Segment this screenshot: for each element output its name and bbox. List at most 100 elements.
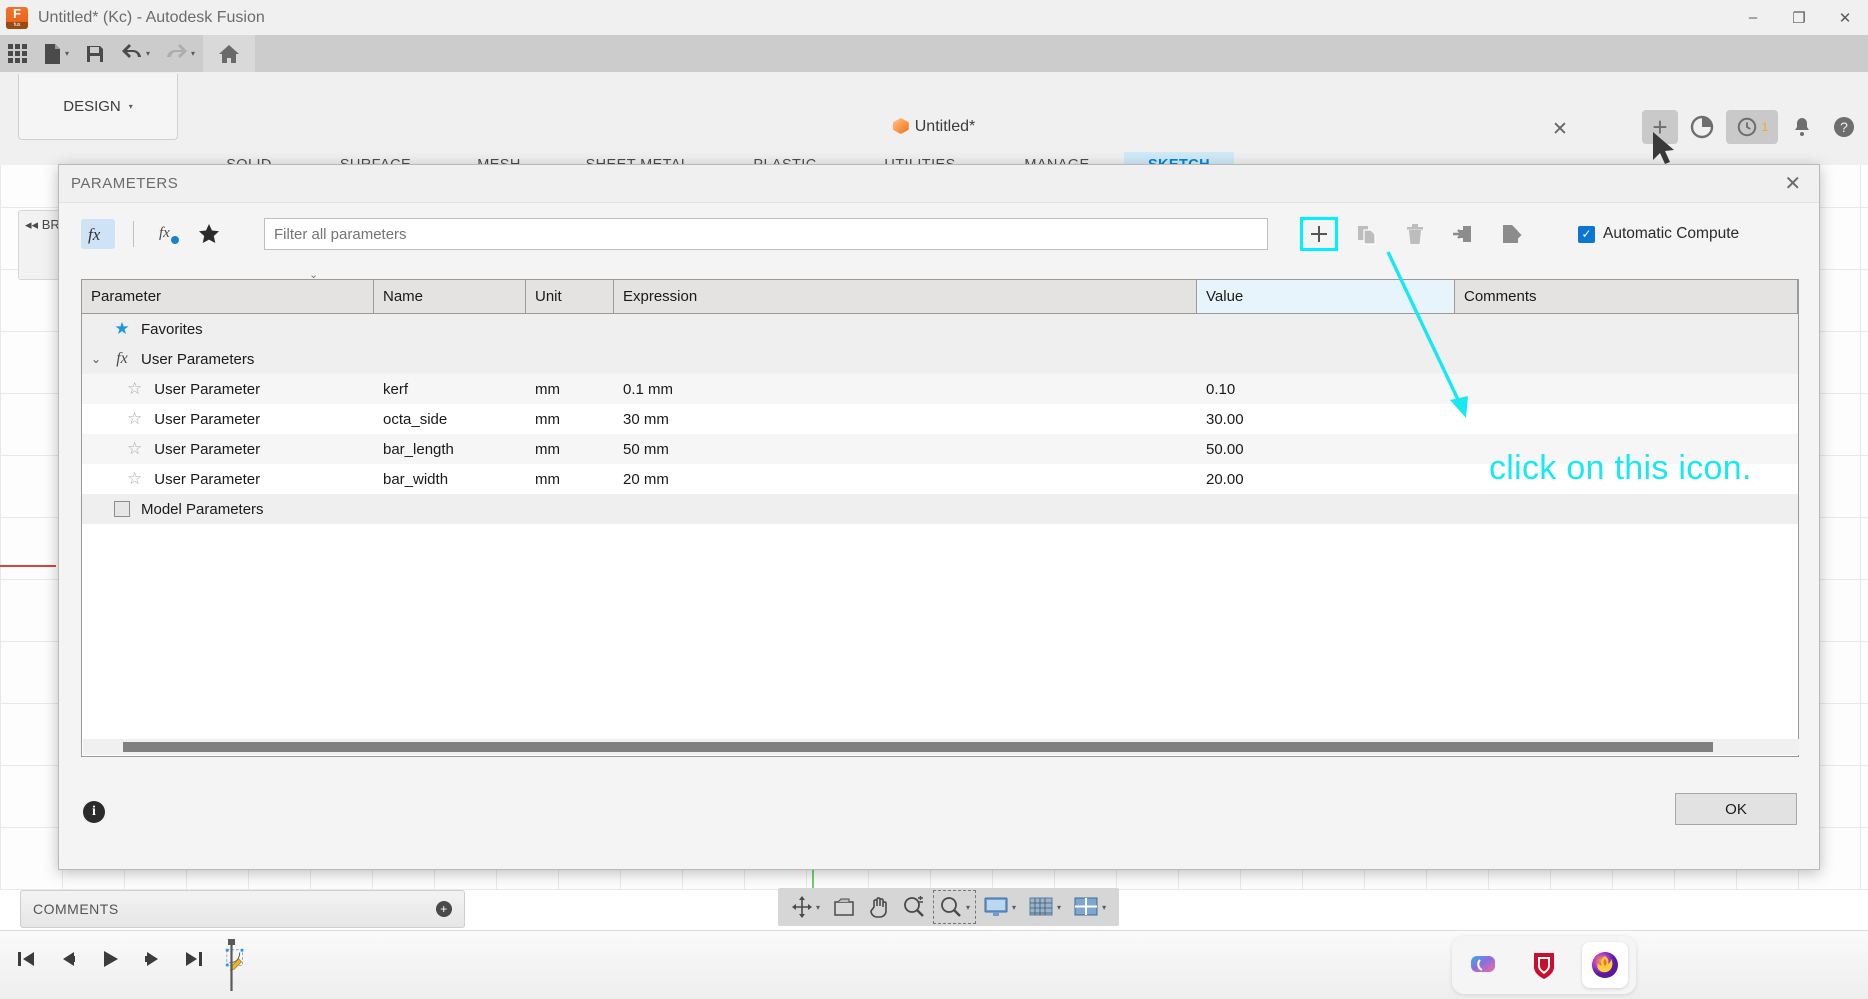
look-at-icon[interactable] <box>827 890 861 924</box>
chevron-down-icon[interactable]: ⌄ <box>91 352 109 366</box>
dialog-close-button[interactable]: ✕ <box>1779 171 1807 196</box>
column-header-comments[interactable]: Comments <box>1455 280 1798 313</box>
cell-value[interactable]: 30.00 <box>1197 404 1455 434</box>
redo-button[interactable]: ▾ <box>158 35 203 72</box>
timeline-go-to-beginning[interactable] <box>14 945 38 973</box>
undo-button[interactable]: ▾ <box>113 35 158 72</box>
automatic-compute-toggle[interactable]: ✓ Automatic Compute <box>1578 225 1739 243</box>
user-parameters-filter-icon[interactable]: fx <box>152 218 190 250</box>
group-label-cell: Model Parameters <box>82 494 374 524</box>
chevron-down-icon: ▾ <box>1057 902 1062 912</box>
cell-parameter[interactable]: ☆ User Parameter <box>82 404 374 434</box>
favorite-star-icon[interactable]: ☆ <box>127 409 142 429</box>
viewports-icon[interactable]: ▾ <box>1068 890 1111 924</box>
timeline-play[interactable] <box>98 945 122 973</box>
comments-panel[interactable]: COMMENTS + <box>20 890 465 928</box>
ok-button[interactable]: OK <box>1675 793 1797 825</box>
close-window-button[interactable]: ✕ <box>1822 0 1868 35</box>
add-parameter-button[interactable] <box>1300 217 1338 251</box>
close-document-tab-button[interactable]: ✕ <box>1547 118 1573 141</box>
chevron-down-icon: ▾ <box>128 102 133 111</box>
cell-name[interactable]: octa_side <box>374 404 526 434</box>
notifications-bell-icon[interactable] <box>1784 110 1820 144</box>
import-parameters-button[interactable] <box>1444 217 1482 251</box>
fusion-logo-icon: F fus <box>6 6 28 29</box>
zoom-icon[interactable] <box>897 890 931 924</box>
chevron-down-icon: ▾ <box>1102 902 1107 912</box>
duplicate-parameter-button[interactable] <box>1348 217 1386 251</box>
cell-name[interactable]: bar_width <box>374 464 526 494</box>
fx-toggle-button[interactable]: fx <box>81 219 115 249</box>
cell-name[interactable]: bar_length <box>374 434 526 464</box>
grid-snap-icon[interactable]: ▾ <box>1023 890 1066 924</box>
horizontal-scrollbar[interactable] <box>83 739 1799 755</box>
cell-parameter[interactable]: ☆ User Parameter <box>82 464 374 494</box>
filter-parameters-input[interactable] <box>264 218 1268 250</box>
cell-expression[interactable]: 20 mm <box>614 464 1197 494</box>
cell-expression[interactable]: 50 mm <box>614 434 1197 464</box>
save-button[interactable] <box>77 35 113 72</box>
cell-value[interactable]: 0.10 <box>1197 374 1455 404</box>
column-header-value[interactable]: Value <box>1197 280 1455 313</box>
column-header-parameter[interactable]: Parameter <box>82 280 374 313</box>
cell-unit[interactable]: mm <box>526 464 614 494</box>
extensions-icon[interactable] <box>1684 110 1720 144</box>
fusion-window: F fus Untitled* (Kc) - Autodesk Fusion –… <box>0 0 1868 999</box>
x-axis-line <box>0 565 56 567</box>
group-empty-cell <box>526 344 614 374</box>
add-comment-button[interactable]: + <box>436 901 452 917</box>
orbit-icon[interactable]: ▾ <box>786 890 825 924</box>
cell-name[interactable]: kerf <box>374 374 526 404</box>
cell-unit[interactable]: mm <box>526 374 614 404</box>
checkbox-checked-icon[interactable]: ✓ <box>1578 225 1595 243</box>
favorites-group[interactable]: ★ Favorites <box>82 314 1798 344</box>
export-parameters-button[interactable] <box>1492 217 1530 251</box>
cell-unit[interactable]: mm <box>526 434 614 464</box>
delete-parameter-button[interactable] <box>1396 217 1434 251</box>
maximize-button[interactable]: ❐ <box>1776 0 1822 35</box>
timeline-step-forward[interactable] <box>140 945 164 973</box>
favorite-star-icon[interactable]: ☆ <box>127 439 142 459</box>
add-tab-button[interactable]: + <box>1642 110 1678 144</box>
new-file-button[interactable]: ▾ <box>35 35 77 72</box>
cell-parameter[interactable]: ☆ User Parameter <box>82 374 374 404</box>
info-icon[interactable]: i <box>83 801 105 823</box>
pan-icon[interactable] <box>863 890 895 924</box>
column-header-unit[interactable]: Unit <box>526 280 614 313</box>
cell-parameter[interactable]: ☆ User Parameter <box>82 434 374 464</box>
timeline-controls <box>14 945 248 973</box>
mcafee-icon[interactable] <box>1521 942 1567 988</box>
table-row[interactable]: ☆ User Parameter kerf mm 0.1 mm 0.10 <box>82 374 1798 404</box>
cell-expression[interactable]: 30 mm <box>614 404 1197 434</box>
minimize-button[interactable]: – <box>1730 0 1776 35</box>
home-button[interactable] <box>203 35 256 72</box>
zoom-window-icon[interactable]: ▾ <box>933 890 977 924</box>
table-row[interactable]: ☆ User Parameter octa_side mm 30 mm 30.00 <box>82 404 1798 434</box>
display-settings-icon[interactable]: ▾ <box>978 890 1021 924</box>
timeline-step-back[interactable] <box>56 945 80 973</box>
user-parameters-group[interactable]: ⌄ fx User Parameters <box>82 344 1798 374</box>
scrollbar-thumb[interactable] <box>123 742 1713 752</box>
firefox-icon[interactable] <box>1582 942 1629 988</box>
cell-value[interactable]: 20.00 <box>1197 464 1455 494</box>
cell-comments[interactable] <box>1455 374 1798 404</box>
timeline-marker[interactable] <box>228 939 235 991</box>
model-parameters-group[interactable]: Model Parameters <box>82 494 1798 524</box>
cell-unit[interactable]: mm <box>526 404 614 434</box>
cell-value[interactable]: 50.00 <box>1197 434 1455 464</box>
app-grid-icon[interactable] <box>0 35 35 72</box>
group-empty-cell <box>526 494 614 524</box>
cell-expression[interactable]: 0.1 mm <box>614 374 1197 404</box>
job-status-icon[interactable]: 1 <box>1726 110 1778 144</box>
timeline-go-to-end[interactable] <box>182 945 206 973</box>
favorite-star-icon[interactable]: ☆ <box>127 469 142 489</box>
column-header-name[interactable]: Name <box>374 280 526 313</box>
copilot-icon[interactable] <box>1460 942 1506 988</box>
favorites-filter-icon[interactable] <box>190 218 228 250</box>
help-icon[interactable]: ? <box>1826 110 1862 144</box>
browser-collapse-icon[interactable]: ◂◂ <box>25 217 38 232</box>
cell-comments[interactable] <box>1455 404 1798 434</box>
column-header-expression[interactable]: Expression <box>614 280 1197 313</box>
favorite-star-icon[interactable]: ☆ <box>127 379 142 399</box>
document-tab-title: Untitled* <box>0 118 1868 136</box>
